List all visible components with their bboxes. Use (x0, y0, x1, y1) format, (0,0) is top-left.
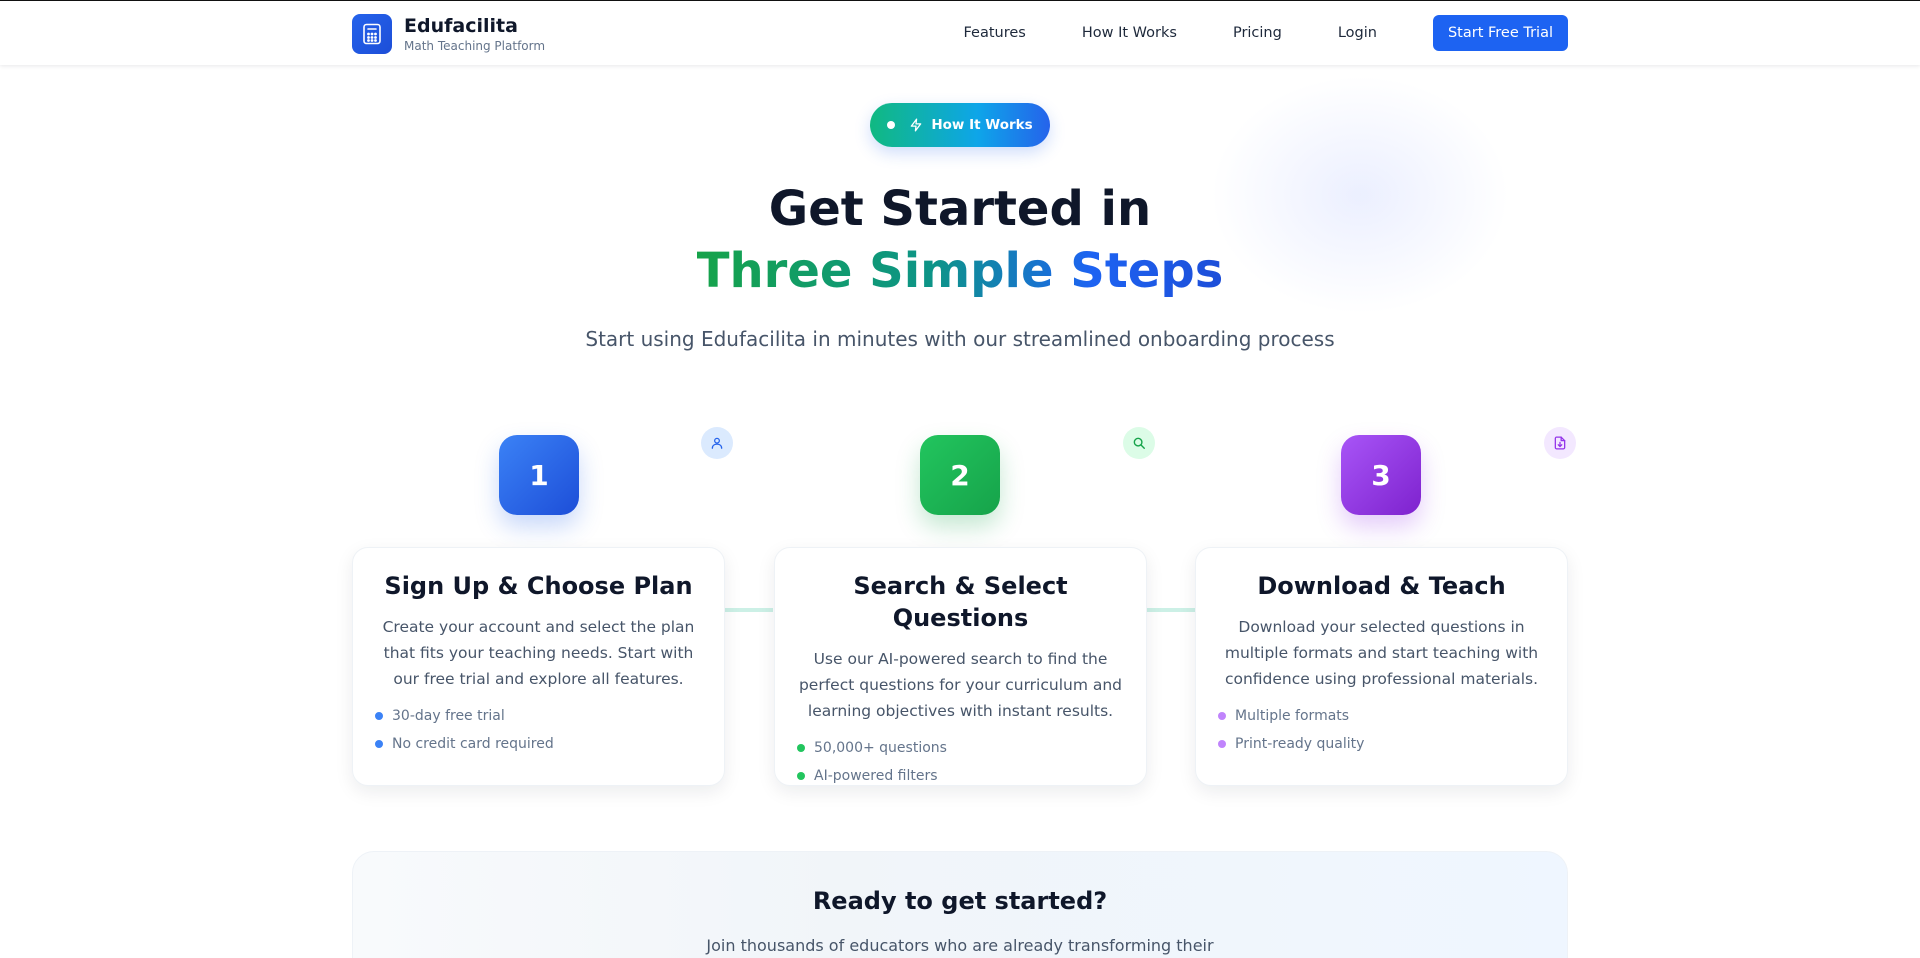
cta-text: Join thousands of educators who are alre… (706, 936, 1214, 955)
step-connector (1147, 608, 1195, 612)
search-icon (1123, 427, 1155, 459)
nav-links: Features How It Works Pricing Login Star… (964, 15, 1568, 51)
file-download-icon (1544, 427, 1576, 459)
start-free-trial-button[interactable]: Start Free Trial (1432, 15, 1568, 51)
step-feature-list: Multiple formats Print-ready quality (1218, 702, 1545, 758)
feature-label: Print-ready quality (1235, 736, 1365, 752)
step-card: Search & Select Questions Use our AI-pow… (774, 547, 1147, 786)
lightning-icon (909, 118, 923, 132)
nav-link-how-it-works[interactable]: How It Works (1082, 15, 1177, 51)
bullet-icon (1218, 740, 1226, 748)
step-card: Sign Up & Choose Plan Create your accoun… (352, 547, 725, 786)
step-description: Create your account and select the plan … (382, 618, 695, 688)
list-item: Print-ready quality (1218, 730, 1545, 758)
step-number-badge: 2 (920, 435, 1000, 515)
step-number-badge: 1 (499, 435, 579, 515)
nav-link-features[interactable]: Features (964, 15, 1026, 51)
nav-link-login[interactable]: Login (1338, 15, 1377, 51)
step-card: Download & Teach Download your selected … (1195, 547, 1568, 786)
cta-title: Ready to get started? (812, 887, 1108, 915)
feature-label: No credit card required (392, 736, 554, 752)
bullet-icon (375, 740, 383, 748)
list-item: Multiple formats (1218, 702, 1545, 730)
step-description: Download your selected questions in mult… (1224, 618, 1539, 688)
navbar: Edufacilita Math Teaching Platform Featu… (0, 0, 1920, 65)
feature-label: 50,000+ questions (814, 740, 947, 756)
user-icon (701, 427, 733, 459)
cta-section: Ready to get started? Join thousands of … (352, 851, 1568, 958)
list-item: No credit card required (375, 730, 702, 758)
feature-label: Multiple formats (1235, 708, 1350, 724)
bullet-icon (1218, 712, 1226, 720)
step-title: Search & Select Questions (853, 572, 1068, 632)
brand[interactable]: Edufacilita Math Teaching Platform (352, 14, 545, 54)
hero-title-gradient-text: Three Simple Steps (696, 243, 1224, 299)
list-item: 30-day free trial (375, 702, 702, 730)
step-number-badge: 3 (1341, 435, 1421, 515)
step-feature-list: 30-day free trial No credit card require… (375, 702, 702, 758)
nav-link-pricing[interactable]: Pricing (1233, 15, 1282, 51)
bullet-icon (375, 712, 383, 720)
step-title: Sign Up & Choose Plan (384, 572, 693, 600)
calculator-icon (352, 14, 392, 54)
badge-label: How It Works (931, 117, 1033, 133)
hero-subtitle: Start using Edufacilita in minutes with … (585, 327, 1335, 351)
dot-icon (887, 121, 896, 129)
step-connector (725, 608, 773, 612)
feature-label: 30-day free trial (392, 708, 505, 724)
feature-label: AI-powered filters (814, 768, 938, 784)
bullet-icon (797, 744, 805, 752)
list-item: 50,000+ questions (797, 734, 1124, 762)
brand-name: Edufacilita (404, 15, 518, 37)
step-description: Use our AI-powered search to find the pe… (798, 650, 1123, 720)
brand-tagline: Math Teaching Platform (404, 39, 546, 53)
how-it-works-badge: How It Works (870, 103, 1050, 147)
bullet-icon (797, 772, 805, 780)
step-title: Download & Teach (1257, 572, 1506, 600)
hero-title-line2: Three Simple Steps (0, 240, 1920, 302)
list-item: AI-powered filters (797, 762, 1124, 790)
hero-title-line1: Get Started in (768, 181, 1152, 237)
step-feature-list: 50,000+ questions AI-powered filters (797, 734, 1124, 790)
